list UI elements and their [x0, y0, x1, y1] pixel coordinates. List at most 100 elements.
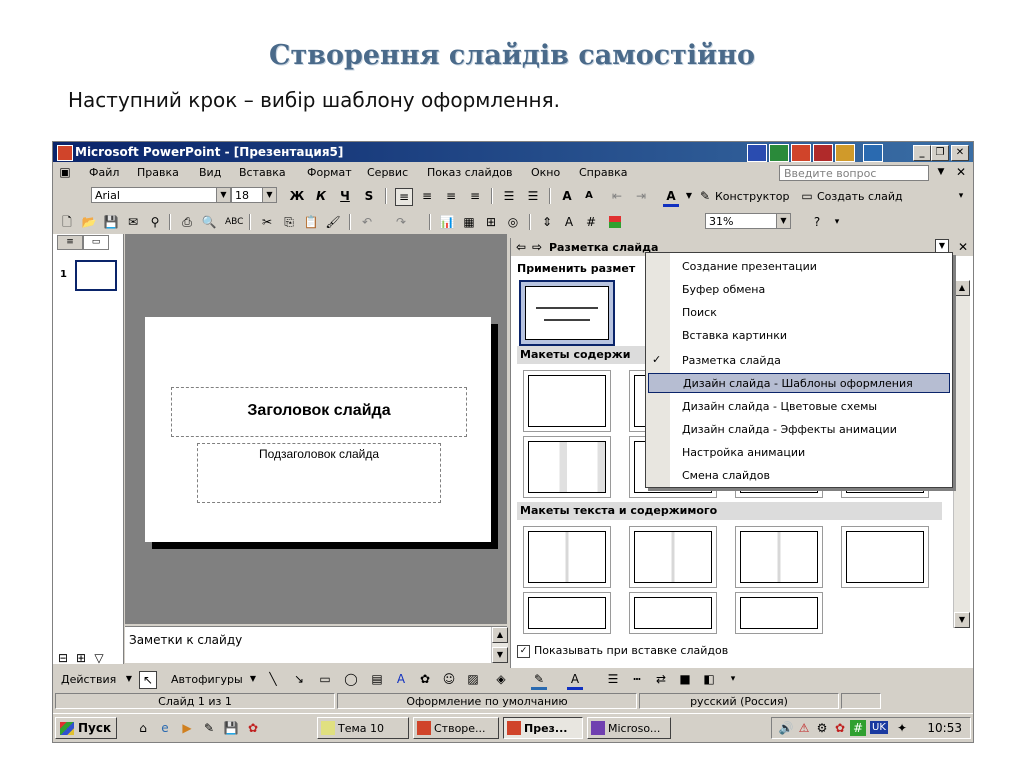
layout-title-slide[interactable]: [519, 280, 615, 346]
title-placeholder[interactable]: Заголовок слайда: [171, 387, 467, 437]
italic-icon[interactable]: К: [313, 188, 329, 204]
close-button[interactable]: ✕: [951, 145, 969, 161]
tab-slides[interactable]: ▭: [83, 235, 109, 250]
help-icon[interactable]: ?: [809, 214, 825, 230]
new-slide-icon[interactable]: ▭: [799, 188, 815, 204]
menu-file[interactable]: Файл: [89, 166, 119, 179]
bullets-icon[interactable]: ☰: [525, 188, 541, 204]
dropdown-item-clipboard[interactable]: Буфер обмена: [672, 280, 940, 300]
shadow-style-icon[interactable]: ■: [677, 671, 693, 687]
layout-text-content-4[interactable]: [841, 526, 929, 588]
excel-icon[interactable]: [769, 144, 789, 162]
cut-icon[interactable]: ✂: [259, 214, 275, 230]
ie-icon[interactable]: e: [157, 720, 173, 736]
title-bar[interactable]: Microsoft PowerPoint - [Презентация5] _ …: [53, 142, 973, 162]
increase-indent-icon[interactable]: ⇥: [633, 188, 649, 204]
normal-view-icon[interactable]: ⊟: [55, 650, 71, 666]
start-button[interactable]: Пуск: [55, 717, 117, 739]
layout-blank[interactable]: [523, 370, 611, 432]
slide-canvas[interactable]: Заголовок слайда Подзаголовок слайда: [145, 317, 491, 542]
paste-icon[interactable]: 📋: [303, 214, 319, 230]
fill-color-icon[interactable]: ◈: [493, 671, 509, 687]
toolbar-options-icon[interactable]: ▾: [829, 214, 845, 230]
print-icon[interactable]: ⎙: [179, 214, 195, 230]
new-slide-button[interactable]: Создать слайд: [817, 190, 903, 203]
design-icon[interactable]: ✎: [697, 188, 713, 204]
subtitle-placeholder[interactable]: Подзаголовок слайда: [197, 443, 441, 503]
align-center-icon[interactable]: ≡: [419, 188, 435, 204]
menu-help[interactable]: Справка: [579, 166, 627, 179]
oval-icon[interactable]: ◯: [343, 671, 359, 687]
align-left-icon[interactable]: ≡: [395, 188, 413, 206]
insert-chart-icon[interactable]: 📊: [439, 214, 455, 230]
bold-icon[interactable]: Ж: [289, 188, 305, 204]
notes-scrollbar[interactable]: ▲ ▼: [491, 627, 508, 663]
desktop-icon[interactable]: [863, 144, 883, 162]
task-button-presentation[interactable]: През...: [503, 717, 583, 739]
font-size-select[interactable]: 18 ▼: [231, 187, 277, 203]
layout-two-content[interactable]: [523, 436, 611, 498]
menu-edit[interactable]: Правка: [137, 166, 179, 179]
slide-thumbnail[interactable]: [75, 260, 117, 291]
slide-sorter-view-icon[interactable]: ⊞: [73, 650, 89, 666]
language-indicator[interactable]: UK: [870, 721, 888, 734]
increase-font-icon[interactable]: A: [559, 188, 575, 204]
print-preview-icon[interactable]: 🔍: [201, 214, 217, 230]
layout-text-content-2[interactable]: [629, 526, 717, 588]
notes-pane[interactable]: Заметки к слайду ▲ ▼: [125, 626, 508, 663]
volume-icon[interactable]: 🔊: [778, 720, 794, 736]
grid-icon[interactable]: #: [850, 720, 866, 736]
shadow-icon[interactable]: S: [361, 188, 377, 204]
picture-icon[interactable]: ▨: [465, 671, 481, 687]
format-painter-icon[interactable]: 🖌: [325, 214, 341, 230]
copy-icon[interactable]: ⎘: [281, 214, 297, 230]
research-icon[interactable]: ⚲: [147, 214, 163, 230]
insert-table-icon[interactable]: ▦: [461, 214, 477, 230]
layout-text-content-1[interactable]: [523, 526, 611, 588]
back-arrow-icon[interactable]: ⇦: [513, 239, 529, 255]
layout-text-content-3[interactable]: [735, 526, 823, 588]
dropdown-item-color-schemes[interactable]: Дизайн слайда - Цветовые схемы: [672, 397, 940, 417]
color-grayscale-icon[interactable]: [609, 216, 621, 228]
justify-icon[interactable]: ≡: [467, 188, 483, 204]
redo-icon[interactable]: ↷: [393, 214, 409, 230]
font-name-select[interactable]: Arial ▼: [91, 187, 231, 203]
tray-app-icon[interactable]: ✿: [832, 720, 848, 736]
quicklaunch-icon[interactable]: ⌂: [135, 720, 151, 736]
chevron-down-icon[interactable]: ▼: [933, 164, 949, 180]
dropdown-item-slide-layout[interactable]: Разметка слайда: [672, 351, 940, 371]
layout-text-content-7[interactable]: [735, 592, 823, 634]
dropdown-item-slide-transition[interactable]: Смена слайдов: [672, 466, 940, 486]
text-box-icon[interactable]: ▤: [369, 671, 385, 687]
menu-slideshow[interactable]: Показ слайдов: [427, 166, 513, 179]
line-icon[interactable]: ╲: [265, 671, 281, 687]
task-button-tema[interactable]: Тема 10: [317, 717, 409, 739]
decrease-font-icon[interactable]: A: [581, 188, 597, 204]
diagram-icon[interactable]: ✿: [417, 671, 433, 687]
task-pane-scrollbar[interactable]: ▲ ▼: [953, 280, 970, 628]
disk-icon[interactable]: 💾: [223, 720, 239, 736]
menu-tools[interactable]: Сервис: [367, 166, 408, 179]
tab-outline[interactable]: ≡: [57, 235, 83, 250]
task-button-microsoft[interactable]: Microso...: [587, 717, 671, 739]
font-color-icon[interactable]: A: [663, 188, 679, 207]
wordart-icon[interactable]: A: [393, 671, 409, 687]
save-icon[interactable]: 💾: [103, 214, 119, 230]
chevron-down-icon[interactable]: ▼: [262, 188, 276, 202]
rectangle-icon[interactable]: ▭: [317, 671, 333, 687]
design-button[interactable]: Конструктор: [715, 190, 789, 203]
menu-insert[interactable]: Вставка: [239, 166, 286, 179]
chevron-down-icon[interactable]: ▼: [216, 188, 230, 202]
scroll-down-icon[interactable]: ▼: [954, 612, 970, 628]
dropdown-item-insert-clipart[interactable]: Вставка картинки: [672, 326, 940, 346]
underline-icon[interactable]: Ч: [337, 188, 353, 204]
new-document-icon[interactable]: 🗋: [59, 214, 75, 230]
tables-borders-icon[interactable]: ⊞: [483, 214, 499, 230]
task-pane-close-icon[interactable]: ✕: [955, 239, 971, 255]
media-icon[interactable]: ▶: [179, 720, 195, 736]
scroll-down-icon[interactable]: ▼: [492, 647, 508, 663]
arrow-icon[interactable]: ↘: [291, 671, 307, 687]
dropdown-item-new-presentation[interactable]: Создание презентации: [672, 257, 940, 277]
arrow-style-icon[interactable]: ⇄: [653, 671, 669, 687]
chevron-down-icon[interactable]: ▼: [245, 671, 261, 687]
